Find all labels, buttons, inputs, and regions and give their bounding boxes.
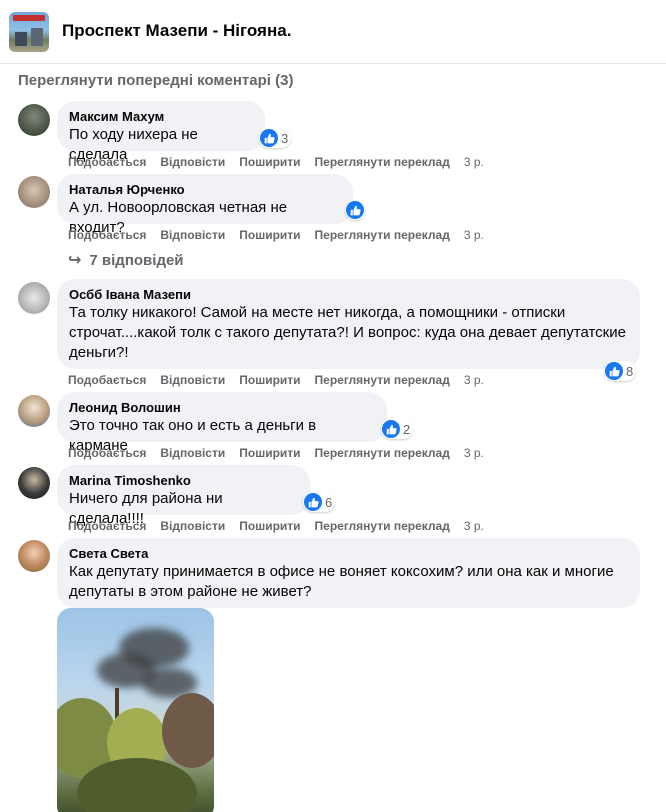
share-button[interactable]: Поширити [239, 155, 300, 169]
see-translation-button[interactable]: Переглянути переклад [315, 228, 450, 242]
reaction-badge[interactable]: 6 [303, 492, 336, 512]
share-button[interactable]: Поширити [239, 228, 300, 242]
share-button[interactable]: Поширити [239, 446, 300, 460]
comment-timestamp[interactable]: 3 р. [464, 519, 484, 533]
comment-actions: Подобається Відповісти Поширити Переглян… [68, 228, 498, 242]
reaction-badge[interactable]: 3 [259, 128, 292, 148]
reply-button[interactable]: Відповісти [160, 228, 225, 242]
avatar[interactable] [18, 540, 50, 572]
view-replies-link[interactable]: ↪ 7 відповідей [68, 250, 184, 270]
comment-bubble: Осбб Івана Мазепи Та толку никакого! Сам… [57, 279, 640, 369]
comment-text: Та толку никакого! Самой на месте нет ни… [69, 304, 626, 361]
like-button[interactable]: Подобається [68, 155, 146, 169]
avatar[interactable] [18, 176, 50, 208]
like-icon [304, 493, 322, 511]
comment-text: Как депутату принимается в офисе не воня… [69, 563, 614, 600]
group-title[interactable]: Проспект Мазепи - Нігояна. [62, 21, 291, 41]
reaction-count: 2 [403, 421, 411, 437]
reply-button[interactable]: Відповісти [160, 519, 225, 533]
comment-timestamp[interactable]: 3 р. [464, 228, 484, 242]
avatar[interactable] [18, 104, 50, 136]
comment-actions: Подобається Відповісти Поширити Переглян… [68, 155, 498, 169]
see-translation-button[interactable]: Переглянути переклад [315, 155, 450, 169]
reaction-count: 6 [325, 494, 333, 510]
avatar[interactable] [18, 282, 50, 314]
see-translation-button[interactable]: Переглянути переклад [315, 519, 450, 533]
see-translation-button[interactable]: Переглянути переклад [315, 373, 450, 387]
comment-bubble: Леонид Волошин Это точно так оно и есть … [57, 392, 387, 454]
comment-author[interactable]: Света Света [69, 546, 628, 562]
comment-photo[interactable] [57, 608, 214, 812]
avatar[interactable] [18, 467, 50, 499]
comment-author[interactable]: Леонид Волошин [69, 400, 375, 416]
group-avatar[interactable] [9, 12, 49, 52]
like-icon [260, 129, 278, 147]
group-header: Проспект Мазепи - Нігояна. [0, 0, 666, 64]
comment-actions: Подобається Відповісти Поширити Переглян… [68, 373, 498, 387]
comment-bubble: Максим Махум По ходу нихера не сделала [57, 101, 265, 163]
like-button[interactable]: Подобається [68, 228, 146, 242]
like-icon [382, 420, 400, 438]
comment-actions: Подобається Відповісти Поширити Переглян… [68, 519, 498, 533]
like-icon [346, 201, 364, 219]
reply-arrow-icon: ↪ [68, 252, 82, 269]
replies-count[interactable]: 7 відповідей [89, 252, 183, 269]
comment-author[interactable]: Осбб Івана Мазепи [69, 287, 628, 303]
reaction-badge[interactable]: 2 [381, 419, 414, 439]
reaction-count: 8 [626, 363, 634, 379]
reaction-badge[interactable] [345, 200, 365, 220]
reply-button[interactable]: Відповісти [160, 373, 225, 387]
like-button[interactable]: Подобається [68, 519, 146, 533]
comment-author[interactable]: Наталья Юрченко [69, 182, 341, 198]
comment-actions: Подобається Відповісти Поширити Переглян… [68, 446, 498, 460]
comment-timestamp[interactable]: 3 р. [464, 155, 484, 169]
like-icon [605, 362, 623, 380]
reaction-count: 3 [281, 130, 289, 146]
comment-bubble: Наталья Юрченко А ул. Новоорловская четн… [57, 174, 353, 236]
reply-button[interactable]: Відповісти [160, 155, 225, 169]
comment-bubble: Света Света Как депутату принимается в о… [57, 538, 640, 608]
avatar[interactable] [18, 395, 50, 427]
comment-timestamp[interactable]: 3 р. [464, 373, 484, 387]
comment-timestamp[interactable]: 3 р. [464, 446, 484, 460]
comment-bubble: Marina Timoshenko Ничего для района ни с… [57, 465, 310, 527]
reply-button[interactable]: Відповісти [160, 446, 225, 460]
like-button[interactable]: Подобається [68, 373, 146, 387]
comment-author[interactable]: Максим Махум [69, 109, 253, 125]
reaction-badge[interactable]: 8 [604, 361, 637, 381]
view-previous-comments-link[interactable]: Переглянути попередні коментарі (3) [18, 72, 293, 89]
like-button[interactable]: Подобається [68, 446, 146, 460]
share-button[interactable]: Поширити [239, 373, 300, 387]
comment-author[interactable]: Marina Timoshenko [69, 473, 298, 489]
share-button[interactable]: Поширити [239, 519, 300, 533]
see-translation-button[interactable]: Переглянути переклад [315, 446, 450, 460]
